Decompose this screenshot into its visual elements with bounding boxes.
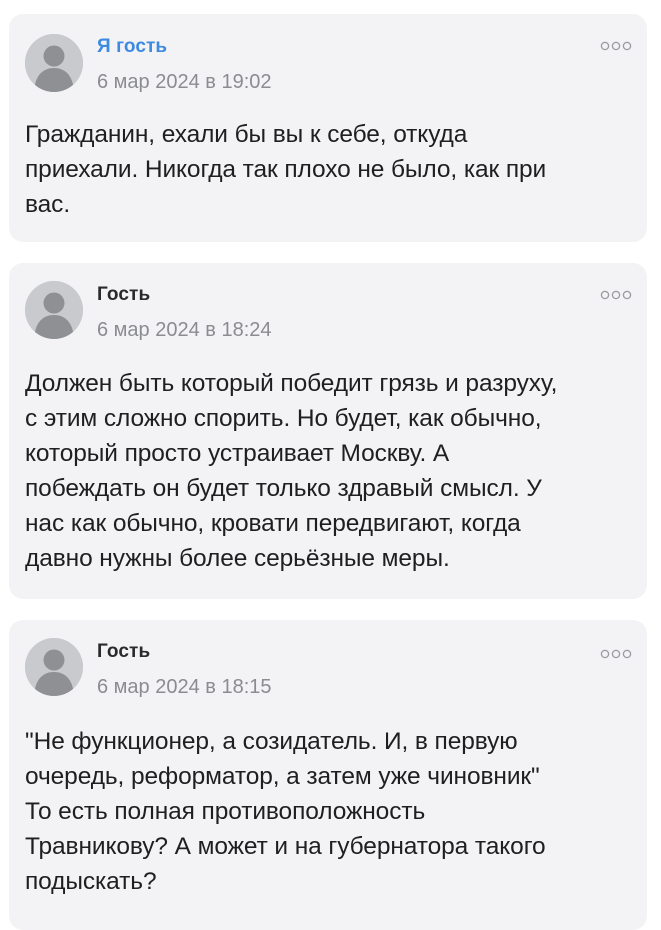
comment-text: Гражданин, ехали бы вы к себе, откуда пр…: [25, 121, 547, 218]
user-avatar-icon[interactable]: [25, 638, 83, 696]
comment-date: 6 мар 2024 в 18:24: [97, 319, 272, 341]
comment-date: 6 мар 2024 в 18:15: [97, 676, 272, 698]
comment-author[interactable]: Я гость: [97, 36, 167, 58]
more-options-icon[interactable]: [599, 648, 633, 660]
comment-card: Гость 6 мар 2024 в 18:24 Должен быть кот…: [9, 263, 647, 599]
user-avatar-icon[interactable]: [25, 34, 83, 92]
user-avatar-icon[interactable]: [25, 281, 83, 339]
comment-text: Должен быть который победит грязь и разр…: [25, 370, 558, 572]
more-options-icon[interactable]: [599, 40, 633, 52]
comment-date: 6 мар 2024 в 19:02: [97, 71, 272, 93]
comment-author[interactable]: Гость: [97, 284, 150, 306]
comment-author[interactable]: Гость: [97, 641, 150, 663]
more-options-icon[interactable]: [599, 289, 633, 301]
comment-card: Гость 6 мар 2024 в 18:15 "Не функционер,…: [9, 620, 647, 930]
comment-card: Я гость 6 мар 2024 в 19:02 Гражданин, ех…: [9, 14, 647, 242]
comment-text: "Не функционер, а созидатель. И, в перву…: [25, 728, 546, 895]
